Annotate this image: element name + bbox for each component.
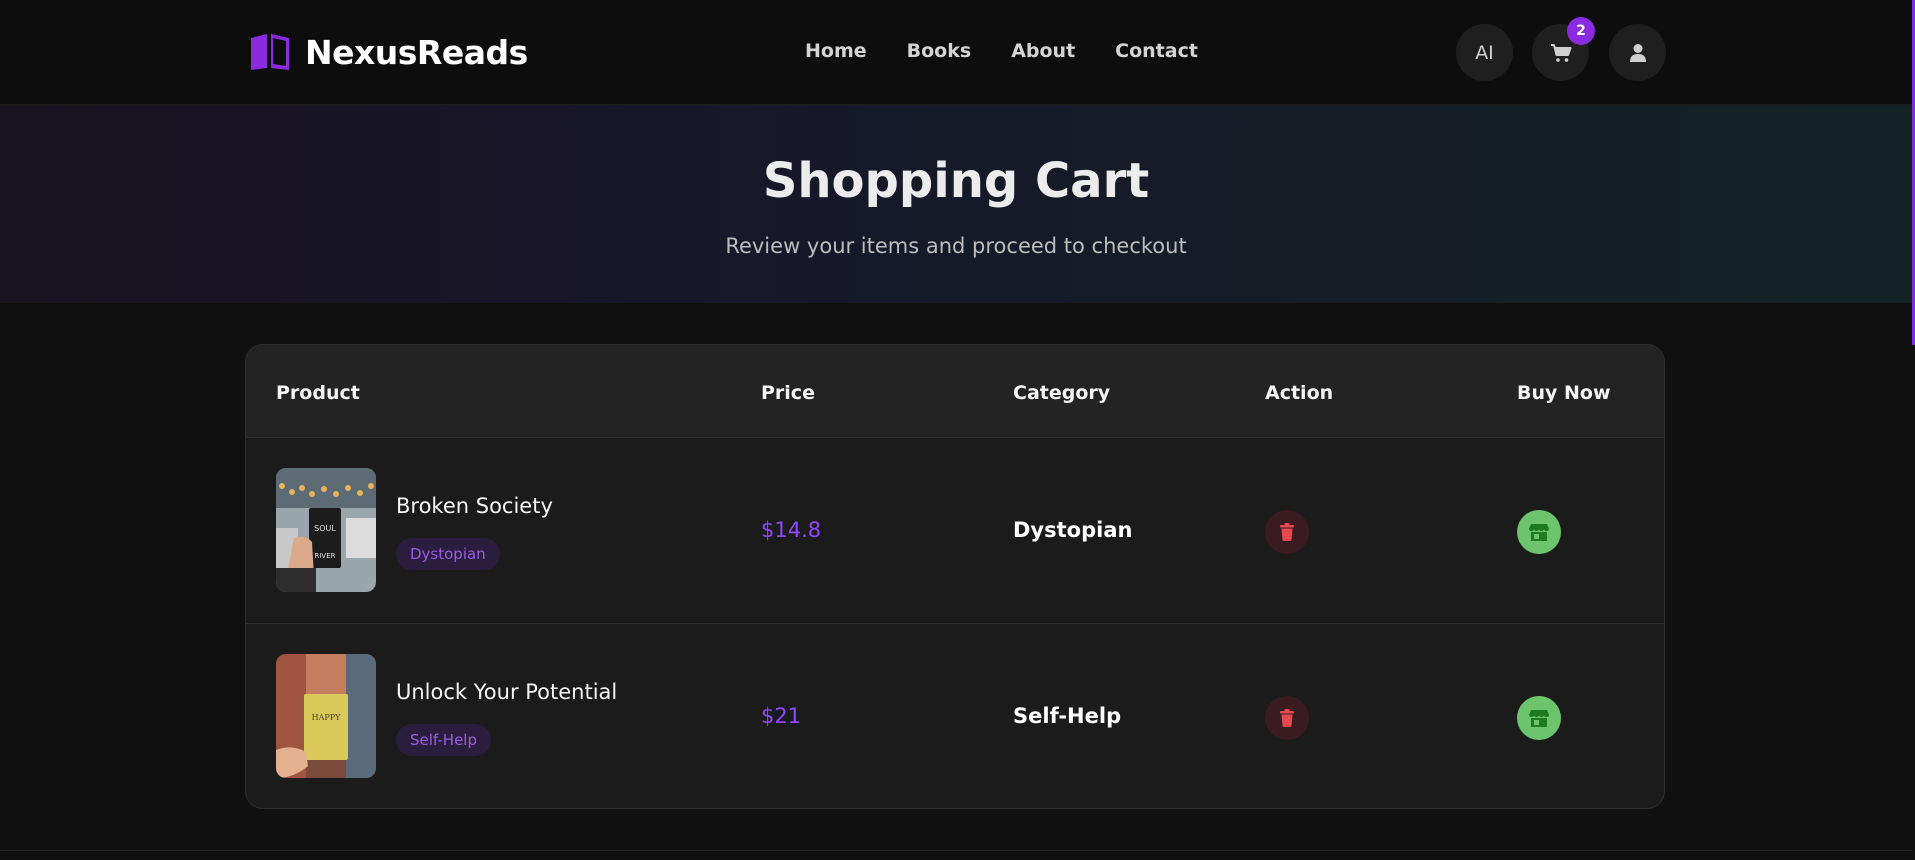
buy-now-button[interactable]	[1517, 510, 1561, 554]
remove-item-button[interactable]	[1265, 510, 1309, 554]
cart-table: Product Price Category Action Buy Now SO…	[245, 344, 1665, 809]
header-product: Product	[276, 382, 360, 404]
brand-logo[interactable]: NexusReads	[249, 32, 528, 72]
brand-name: NexusReads	[305, 32, 528, 72]
product-category: Self-Help	[1013, 704, 1122, 728]
nav-link-home[interactable]: Home	[805, 40, 867, 62]
ai-button-label: AI	[1475, 41, 1494, 64]
user-button[interactable]	[1609, 24, 1666, 81]
nav-link-about[interactable]: About	[1011, 40, 1075, 62]
footer-divider	[0, 850, 1912, 851]
header-buy-now: Buy Now	[1517, 382, 1611, 404]
product-price: $14.8	[761, 518, 822, 542]
hero-banner: Shopping Cart Review your items and proc…	[0, 105, 1912, 303]
page-subtitle: Review your items and proceed to checkou…	[725, 234, 1187, 258]
page-title: Shopping Cart	[762, 153, 1150, 209]
book-cover-image: HAPPY	[276, 654, 376, 778]
trash-icon	[1280, 523, 1294, 541]
book-icon	[251, 34, 289, 70]
remove-item-button[interactable]	[1265, 696, 1309, 740]
product-name[interactable]: Unlock Your Potential	[396, 680, 617, 704]
trash-icon	[1280, 709, 1294, 727]
svg-text:SOUL: SOUL	[314, 524, 336, 533]
product-category: Dystopian	[1013, 518, 1133, 542]
product-price: $21	[761, 704, 802, 728]
book-cover-image: SOUL RIVER	[276, 468, 376, 592]
product-name[interactable]: Broken Society	[396, 494, 553, 518]
nav-link-books[interactable]: Books	[907, 40, 972, 62]
cart-icon	[1550, 43, 1571, 62]
ai-button[interactable]: AI	[1456, 24, 1513, 81]
table-header: Product Price Category Action Buy Now	[246, 345, 1664, 438]
header-price: Price	[761, 382, 815, 404]
navbar: NexusReads Home Books About Contact AI 2	[0, 0, 1912, 105]
cart-count-badge: 2	[1567, 17, 1595, 45]
buy-now-button[interactable]	[1517, 696, 1561, 740]
table-row: HAPPY Unlock Your Potential Self-Help $2…	[246, 624, 1664, 808]
category-tag: Dystopian	[396, 538, 500, 570]
svg-text:RIVER: RIVER	[314, 552, 335, 560]
store-icon	[1529, 710, 1549, 727]
header-category: Category	[1013, 382, 1111, 404]
svg-text:HAPPY: HAPPY	[312, 713, 342, 722]
store-icon	[1529, 524, 1549, 541]
nav-links: Home Books About Contact	[805, 40, 1198, 62]
header-action: Action	[1265, 382, 1334, 404]
user-icon	[1629, 43, 1646, 62]
nav-link-contact[interactable]: Contact	[1115, 40, 1198, 62]
table-row: SOUL RIVER Broken Society Dystopian $14.…	[246, 438, 1664, 624]
category-tag: Self-Help	[396, 724, 491, 756]
